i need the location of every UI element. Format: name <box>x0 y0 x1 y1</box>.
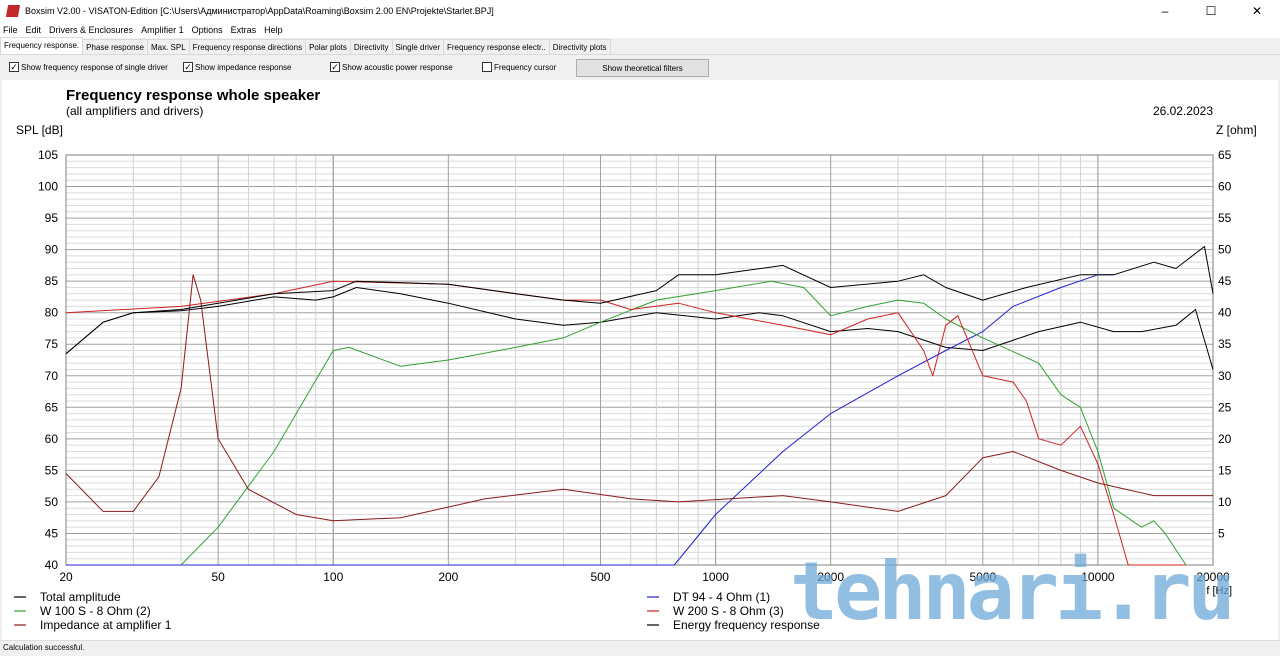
x-tick-label: 20 <box>59 570 73 584</box>
watermark: tehnari.ru <box>790 545 1236 638</box>
title-bar: Boxsim V2.00 - VISATON-Edition [C:\Users… <box>0 0 1280 22</box>
series-line-impedance-at-amplifier-1 <box>65 274 1213 522</box>
checkbox-checked-icon: ✓ <box>9 62 19 72</box>
menu-item[interactable]: File <box>3 25 18 35</box>
x-tick-label: 200 <box>438 570 458 584</box>
tab[interactable]: Frequency response directions <box>188 39 307 54</box>
checkbox-label: Frequency cursor <box>494 62 557 72</box>
legend-label: W 200 S - 8 Ohm (3) <box>673 604 784 618</box>
legend-label: DT 94 - 4 Ohm (1) <box>673 590 770 604</box>
legend-label: W 100 S - 8 Ohm (2) <box>40 604 151 618</box>
checkbox-label: Show impedance response <box>195 62 292 72</box>
chart-title: Frequency response whole speaker <box>66 87 320 104</box>
checkbox-unchecked-icon <box>482 62 492 72</box>
show-impedance-checkbox[interactable]: ✓ Show impedance response <box>183 62 292 72</box>
menu-item[interactable]: Options <box>192 25 223 35</box>
tab[interactable]: Directivity plots <box>548 39 611 54</box>
y2-tick-label: 20 <box>1218 432 1232 446</box>
y-tick-label: 80 <box>45 306 59 320</box>
toolbar: ✓ Show frequency response of single drive… <box>0 56 1280 80</box>
menu-item[interactable]: Help <box>264 25 283 35</box>
checkbox-checked-icon: ✓ <box>330 62 340 72</box>
checkbox-checked-icon: ✓ <box>183 62 193 72</box>
frequency-cursor-checkbox[interactable]: Frequency cursor <box>482 62 556 72</box>
y2-tick-label: 25 <box>1218 400 1232 414</box>
app-icon <box>5 5 21 17</box>
y-tick-label: 65 <box>45 400 59 414</box>
y2-tick-label: 55 <box>1218 211 1232 225</box>
y-tick-label: 75 <box>45 337 59 351</box>
y-tick-label: 105 <box>38 148 58 162</box>
tab[interactable]: Polar plots <box>305 39 351 54</box>
chart-subtitle: (all amplifiers and drivers) <box>66 104 203 118</box>
menu-item[interactable]: Edit <box>26 25 42 35</box>
y-tick-label: 85 <box>45 274 59 288</box>
y2-tick-label: 50 <box>1218 243 1232 257</box>
chart-date: 26.02.2023 <box>1153 104 1213 118</box>
x-tick-label: 50 <box>211 570 225 584</box>
y2-tick-label: 65 <box>1218 148 1232 162</box>
y-tick-label: 40 <box>45 558 59 572</box>
series-line-w-100-s-8-ohm-2- <box>180 280 1187 566</box>
window-title: Boxsim V2.00 - VISATON-Edition [C:\Users… <box>25 6 494 16</box>
y2-tick-label: 35 <box>1218 337 1232 351</box>
status-bar: Calculation successful. <box>0 640 1280 656</box>
close-button[interactable]: ✕ <box>1234 0 1280 22</box>
tab-bar: Frequency response. Phase response Max. SP… <box>0 37 1280 55</box>
checkbox-label: Show acoustic power response <box>342 62 453 72</box>
y-tick-label: 95 <box>45 211 59 225</box>
tab[interactable]: Phase response <box>82 39 148 54</box>
plot-frame <box>65 154 1214 566</box>
legend-label: Impedance at amplifier 1 <box>40 618 172 632</box>
y2-tick-label: 45 <box>1218 274 1232 288</box>
y-tick-label: 90 <box>45 243 59 257</box>
x-tick-label: 1000 <box>702 570 729 584</box>
y2-axis-label: Z [ohm] <box>1216 123 1257 137</box>
y2-tick-label: 10 <box>1218 495 1232 509</box>
y2-tick-label: 15 <box>1218 463 1232 477</box>
y-tick-label: 50 <box>45 495 59 509</box>
tab[interactable]: Frequency response electr.. <box>443 39 550 54</box>
show-theoretical-filters-button[interactable]: Show theoretical filters <box>576 59 709 77</box>
tab[interactable]: Directivity <box>349 39 393 54</box>
y-tick-label: 70 <box>45 369 59 383</box>
maximize-button[interactable]: ☐ <box>1188 0 1234 22</box>
checkbox-label: Show frequency response of single driver <box>21 62 168 72</box>
y2-tick-label: 5 <box>1218 526 1225 540</box>
menu-item[interactable]: Amplifier 1 <box>141 25 184 35</box>
y-tick-label: 55 <box>45 463 59 477</box>
tab[interactable]: Max. SPL <box>146 39 190 54</box>
y2-tick-label: 40 <box>1218 306 1232 320</box>
show-single-driver-checkbox[interactable]: ✓ Show frequency response of single drive… <box>9 62 168 72</box>
y2-tick-label: 60 <box>1218 180 1232 194</box>
y2-tick-label: 30 <box>1218 369 1232 383</box>
y-axis-label: SPL [dB] <box>16 123 63 137</box>
legend-label: Total amplitude <box>40 590 121 604</box>
x-tick-label: 100 <box>323 570 343 584</box>
y-tick-label: 60 <box>45 432 59 446</box>
tab[interactable]: Single driver <box>391 39 444 54</box>
series-line-w-200-s-8-ohm-3- <box>65 280 1186 566</box>
minimize-button[interactable]: – <box>1142 0 1188 22</box>
y-tick-label: 45 <box>45 526 59 540</box>
menu-bar: File Edit Drivers & Enclosures Amplifier 1 O… <box>0 22 1280 38</box>
show-acoustic-power-checkbox[interactable]: ✓ Show acoustic power response <box>330 62 453 72</box>
menu-item[interactable]: Extras <box>231 25 257 35</box>
tab[interactable]: Frequency response. <box>0 37 84 54</box>
x-tick-label: 500 <box>590 570 610 584</box>
y-tick-label: 100 <box>38 180 58 194</box>
menu-item[interactable]: Drivers & Enclosures <box>49 25 133 35</box>
